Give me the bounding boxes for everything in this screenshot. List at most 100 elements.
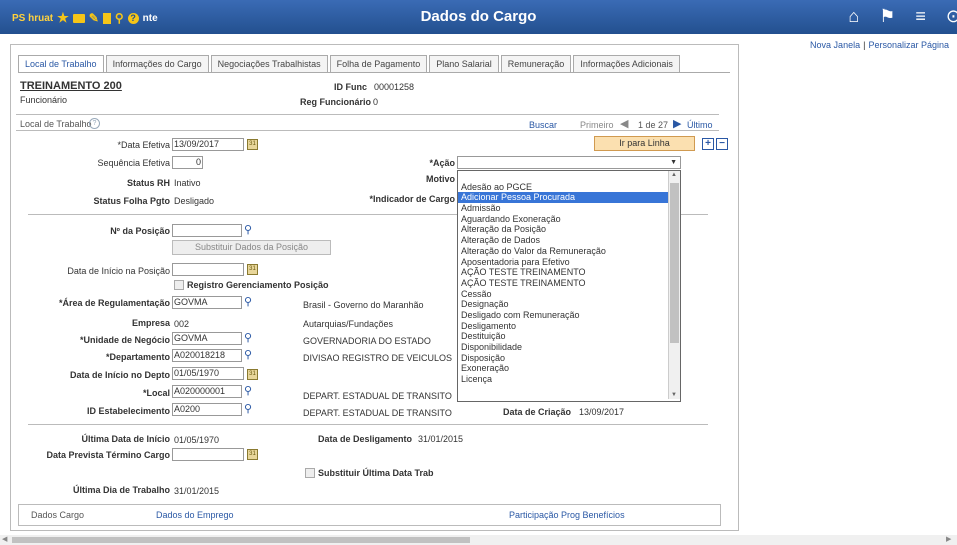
tab-info-adicionais[interactable]: Informações Adicionais (573, 55, 680, 72)
employee-role: Funcionário (20, 95, 68, 105)
dropdown-option[interactable]: Aposentadoria para Efetivo (458, 257, 680, 268)
dropdown-option[interactable]: AÇÃO TESTE TREINAMENTO (458, 278, 680, 289)
dropdown-option[interactable]: Licença (458, 374, 680, 385)
dropdown-option[interactable]: Disposição (458, 353, 680, 364)
dropdown-option[interactable]: Desligamento (458, 321, 680, 332)
dropdown-arrow-icon[interactable]: ▼ (670, 157, 677, 168)
navbar-icon[interactable]: ⊙ (946, 6, 957, 27)
ultimo-dia-value: 31/01/2015 (174, 486, 220, 496)
dropdown-option[interactable]: Desligado com Remuneração (458, 310, 680, 321)
next-arrow-icon[interactable]: ▶ (673, 117, 681, 130)
tab-remuneracao[interactable]: Remuneração (500, 55, 572, 72)
link-separator: | (863, 40, 866, 50)
posicao-label: Nº da Posição (110, 226, 170, 236)
calendar-icon[interactable]: 31 (247, 139, 258, 150)
dropdown-option[interactable]: AÇÃO TESTE TREINAMENTO (458, 267, 680, 278)
empresa-desc: Autarquias/Fundações (303, 319, 394, 329)
dropdown-option-selected[interactable]: Adicionar Pessoa Procurada (458, 192, 680, 204)
status-folha-label: Status Folha Pgto (93, 196, 171, 206)
lookup-icon[interactable]: ⚲ (244, 223, 252, 236)
local-input[interactable]: A020000001 (172, 385, 242, 398)
page-scroll-thumb[interactable] (12, 537, 470, 543)
add-row-icon[interactable]: + (702, 138, 714, 150)
dropdown-option[interactable]: Cessão (458, 289, 680, 300)
goto-line-button[interactable]: Ir para Linha (594, 136, 695, 151)
motivo-label: Motivo (426, 174, 455, 184)
substituir-ultima-checkbox[interactable] (305, 468, 315, 478)
dropdown-option[interactable]: Alteração do Valor da Remuneração (458, 246, 680, 257)
scroll-left-icon[interactable]: ◀ (2, 535, 7, 543)
estab-input[interactable]: A0200 (172, 403, 242, 416)
unidade-desc: GOVERNADORIA DO ESTADO (303, 336, 431, 346)
last-link[interactable]: Último (687, 120, 713, 130)
dropdown-option[interactable]: Adesão ao PGCE (458, 182, 680, 193)
search-link[interactable]: Buscar (529, 120, 557, 130)
dropdown-option[interactable]: Destituição (458, 331, 680, 342)
local-desc: DEPART. ESTADUAL DE TRANSITO (303, 391, 452, 401)
inicio-depto-input[interactable]: 01/05/1970 (172, 367, 244, 380)
dropdown-option[interactable]: Alteração da Posição (458, 224, 680, 235)
home-icon[interactable]: ⌂ (848, 6, 859, 27)
dropdown-option[interactable]: Aguardando Exoneração (458, 214, 680, 225)
new-window-link[interactable]: Nova Janela (810, 40, 860, 50)
sequencia-input[interactable]: 0 (172, 156, 203, 169)
area-desc: Brasil - Governo do Maranhão (303, 300, 424, 310)
scroll-right-icon[interactable]: ▶ (946, 535, 951, 543)
acao-select[interactable]: ▼ (457, 156, 681, 169)
section-divider-top (16, 114, 719, 115)
menu-icon[interactable]: ≡ (915, 6, 926, 27)
dropdown-scrollbar[interactable]: ▲ ▼ (668, 171, 680, 399)
tab-informacoes-cargo[interactable]: Informações do Cargo (105, 55, 209, 72)
dropdown-option[interactable]: Alteração de Dados (458, 235, 680, 246)
prevista-input[interactable] (172, 448, 244, 461)
inicio-posicao-input[interactable] (172, 263, 244, 276)
tab-bar: Local de Trabalho Informações do Cargo N… (18, 55, 680, 72)
departamento-label: *Departamento (105, 352, 170, 362)
dropdown-option[interactable]: Admissão (458, 203, 680, 214)
lookup-icon[interactable]: ⚲ (244, 384, 252, 397)
desligamento-value: 31/01/2015 (418, 434, 464, 444)
lookup-icon[interactable]: ⚲ (244, 295, 252, 308)
dropdown-scroll-thumb[interactable] (670, 183, 679, 343)
scroll-up-icon[interactable]: ▲ (671, 172, 677, 178)
substituir-posicao-button[interactable]: Substituir Dados da Posição (172, 240, 331, 255)
acao-dropdown-list[interactable]: Adesão ao PGCE Adicionar Pessoa Procurad… (457, 170, 681, 402)
dropdown-option[interactable] (458, 171, 680, 182)
area-input[interactable]: GOVMA (172, 296, 242, 309)
remove-row-icon[interactable]: − (716, 138, 728, 150)
unidade-input[interactable]: GOVMA (172, 332, 242, 345)
unidade-label: *Unidade de Negócio (79, 335, 170, 345)
header-right-icons: ⌂ ⚑ ≡ ⊙ (848, 6, 957, 27)
posicao-input[interactable] (172, 224, 242, 237)
data-efetiva-input[interactable]: 13/09/2017 (172, 138, 244, 151)
registro-checkbox[interactable] (174, 280, 184, 290)
tab-plano-salarial[interactable]: Plano Salarial (429, 55, 499, 72)
tab-local-trabalho[interactable]: Local de Trabalho (18, 55, 104, 72)
lookup-icon[interactable]: ⚲ (244, 348, 252, 361)
section-help-icon[interactable]: ? (89, 118, 100, 129)
inicio-depto-label: Data de Início no Depto (69, 370, 170, 380)
dados-emprego-link[interactable]: Dados do Emprego (156, 510, 234, 520)
prev-arrow-icon[interactable]: ◀ (620, 117, 628, 130)
tab-negociacoes[interactable]: Negociações Trabalhistas (210, 55, 328, 72)
dropdown-option[interactable]: Disponibilidade (458, 342, 680, 353)
scroll-down-icon[interactable]: ▼ (671, 392, 677, 398)
dropdown-option[interactable]: Exoneração (458, 363, 680, 374)
dropdown-option[interactable]: Designação (458, 299, 680, 310)
participacao-link[interactable]: Participação Prog Benefícios (509, 510, 625, 520)
lookup-icon[interactable]: ⚲ (244, 402, 252, 415)
criacao-value: 13/09/2017 (579, 407, 625, 417)
tab-folha-pagamento[interactable]: Folha de Pagamento (329, 55, 428, 72)
calendar-icon[interactable]: 31 (247, 449, 258, 460)
departamento-input[interactable]: A020018218 (172, 349, 242, 362)
calendar-icon[interactable]: 31 (247, 369, 258, 380)
calendar-icon[interactable]: 31 (247, 264, 258, 275)
personalize-link[interactable]: Personalizar Página (868, 40, 949, 50)
flag-icon[interactable]: ⚑ (879, 6, 895, 27)
prevista-label: Data Prevista Término Cargo (46, 450, 170, 460)
lookup-icon[interactable]: ⚲ (244, 331, 252, 344)
first-link[interactable]: Primeiro (580, 120, 614, 130)
row-count: 1 de 27 (638, 120, 669, 130)
estab-desc: DEPART. ESTADUAL DE TRANSITO (303, 408, 452, 418)
local-label: *Local (142, 388, 170, 398)
